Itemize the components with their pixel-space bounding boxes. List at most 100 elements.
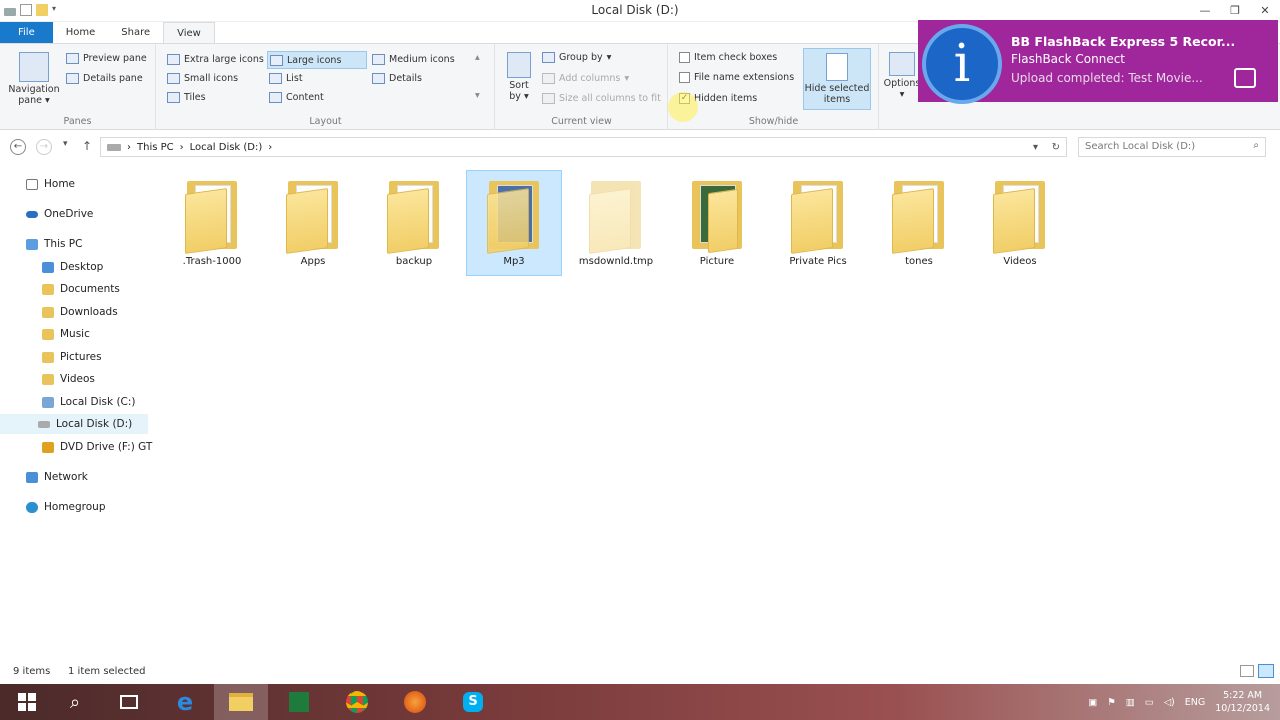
breadcrumb-separator-icon[interactable]: › [268, 142, 272, 153]
add-columns-button[interactable]: Add columns ▾ [542, 73, 629, 84]
item-check-boxes-toggle[interactable]: Item check boxes [679, 52, 777, 63]
sidebar-item-videos[interactable]: Videos [42, 369, 95, 389]
refresh-icon[interactable]: ↻ [1052, 142, 1060, 153]
tab-share[interactable]: Share [108, 22, 163, 43]
layout-details[interactable]: Details [372, 73, 422, 84]
sidebar-item-onedrive[interactable]: OneDrive [26, 204, 93, 224]
layout-large-icons[interactable]: Large icons [267, 51, 367, 69]
address-bar[interactable]: › This PC › Local Disk (D:) › ▾ ↻ [100, 137, 1067, 157]
action-center-icon[interactable]: ⚑ [1107, 697, 1116, 708]
clock[interactable]: 5:22 AM 10/12/2014 [1215, 689, 1270, 715]
breadcrumb-separator-icon[interactable]: › [180, 142, 184, 153]
folder-icon [282, 173, 344, 254]
file-list: .Trash-1000 Apps backup Mp3 msdownld.tmp… [160, 165, 1060, 295]
layout-scroll-up-icon[interactable]: ▴ [475, 52, 480, 63]
layout-expand-icon[interactable]: ▾ [475, 90, 480, 101]
close-button[interactable]: ✕ [1250, 0, 1280, 20]
medium-icons-icon [372, 54, 385, 65]
battery-tray-icon[interactable]: ▭ [1145, 697, 1154, 708]
hide-selected-items-button[interactable]: Hide selected items [803, 48, 871, 110]
panes-group: Navigation pane ▾ Preview pane Details p… [0, 44, 156, 130]
sidebar-item-desktop[interactable]: Desktop [42, 257, 103, 277]
folder-item[interactable]: Videos [972, 171, 1068, 277]
chrome-button[interactable] [330, 684, 384, 720]
network-tray-icon[interactable]: ▥ [1126, 697, 1135, 708]
layout-tiles[interactable]: Tiles [167, 92, 206, 103]
notification-toast[interactable]: i BB FlashBack Express 5 Recor... FlashB… [918, 20, 1278, 104]
preview-pane-button[interactable]: Preview pane [66, 53, 147, 64]
desktop-icon [42, 261, 54, 273]
search-button[interactable]: ⌕ [48, 684, 102, 720]
flashback-tray-icon[interactable]: ▣ [1088, 697, 1097, 708]
firefox-icon [404, 691, 426, 713]
size-columns-button[interactable]: Size all columns to fit [542, 93, 661, 104]
back-button[interactable]: ← [10, 138, 26, 155]
forward-button[interactable]: → [36, 138, 52, 155]
folder-item[interactable]: .Trash-1000 [164, 171, 260, 277]
up-button[interactable]: ↑ [82, 139, 92, 153]
sidebar-item-music[interactable]: Music [42, 324, 90, 344]
volume-icon[interactable]: ◁) [1164, 697, 1175, 708]
layout-small-icons[interactable]: Small icons [167, 73, 238, 84]
sidebar-item-local-disk-d[interactable]: Local Disk (D:) [0, 414, 148, 434]
firefox-button[interactable] [388, 684, 442, 720]
internet-explorer-icon: e [176, 688, 194, 716]
task-view-button[interactable] [102, 684, 156, 720]
folder-item[interactable]: backup [366, 171, 462, 277]
layout-content[interactable]: Content [269, 92, 324, 103]
restore-button[interactable]: ❐ [1220, 0, 1250, 20]
skype-button[interactable]: S [446, 684, 500, 720]
sidebar-item-downloads[interactable]: Downloads [42, 302, 118, 322]
sidebar-item-home[interactable]: Home [26, 174, 75, 194]
sidebar-item-this-pc[interactable]: This PC [26, 234, 82, 254]
layout-list[interactable]: List [269, 73, 303, 84]
details-pane-button[interactable]: Details pane [66, 73, 143, 84]
details-view-icon[interactable] [1240, 665, 1254, 677]
excel-button[interactable] [272, 684, 326, 720]
breadcrumb-separator-icon[interactable]: › [127, 142, 131, 153]
windows-logo-icon [18, 693, 36, 711]
folder-item-hidden[interactable]: msdownld.tmp [568, 171, 664, 277]
drive-icon [38, 420, 50, 428]
breadcrumb-local-disk-d[interactable]: Local Disk (D:) [190, 142, 263, 153]
large-icons-view-icon[interactable] [1258, 664, 1274, 678]
group-by-button[interactable]: Group by ▾ [542, 52, 611, 63]
file-explorer-button[interactable] [214, 684, 268, 720]
folder-item[interactable]: Apps [265, 171, 361, 277]
recent-locations-button[interactable]: ▾ [63, 139, 68, 149]
file-name-extensions-toggle[interactable]: File name extensions [679, 72, 794, 83]
navigation-pane-button[interactable]: Navigation pane ▾ [6, 52, 62, 106]
layout-medium-icons[interactable]: Medium icons [372, 54, 455, 65]
group-label: Layout [309, 116, 342, 127]
tab-file[interactable]: File [0, 22, 53, 43]
documents-folder-icon [42, 283, 54, 295]
sidebar-item-network[interactable]: Network [26, 467, 88, 487]
breadcrumb-this-pc[interactable]: This PC [137, 142, 174, 153]
forward-arrow-icon: → [36, 139, 52, 155]
sidebar-item-documents[interactable]: Documents [42, 279, 120, 299]
input-language[interactable]: ENG [1185, 697, 1205, 708]
music-folder-icon [42, 328, 54, 340]
start-button[interactable] [0, 684, 54, 720]
tab-view[interactable]: View [163, 22, 215, 43]
folder-item[interactable]: tones [871, 171, 967, 277]
address-dropdown-icon[interactable]: ▾ [1033, 142, 1038, 153]
folder-item[interactable]: Private Pics [770, 171, 866, 277]
item-check-boxes-checkbox[interactable] [679, 52, 690, 63]
sort-by-button[interactable]: Sort by ▾ [502, 52, 536, 102]
internet-explorer-button[interactable]: e [158, 684, 212, 720]
layout-extra-large-icons[interactable]: Extra large icons [167, 54, 264, 65]
sidebar-item-homegroup[interactable]: Homegroup [26, 497, 106, 517]
file-name-extensions-checkbox[interactable] [679, 72, 690, 83]
folder-icon [585, 173, 647, 254]
options-button[interactable]: Options ▾ [882, 52, 922, 100]
search-input[interactable]: Search Local Disk (D:) ⌕ [1078, 137, 1266, 157]
tab-home[interactable]: Home [53, 22, 109, 43]
sidebar-item-pictures[interactable]: Pictures [42, 347, 102, 367]
sidebar-item-dvd-drive[interactable]: DVD Drive (F:) GT [42, 437, 152, 457]
sidebar-item-local-disk-c[interactable]: Local Disk (C:) [42, 392, 136, 412]
folder-item-selected[interactable]: Mp3 [466, 170, 562, 276]
folder-item[interactable]: Picture [669, 171, 765, 277]
folder-icon [181, 173, 243, 254]
minimize-button[interactable]: — [1190, 0, 1220, 20]
